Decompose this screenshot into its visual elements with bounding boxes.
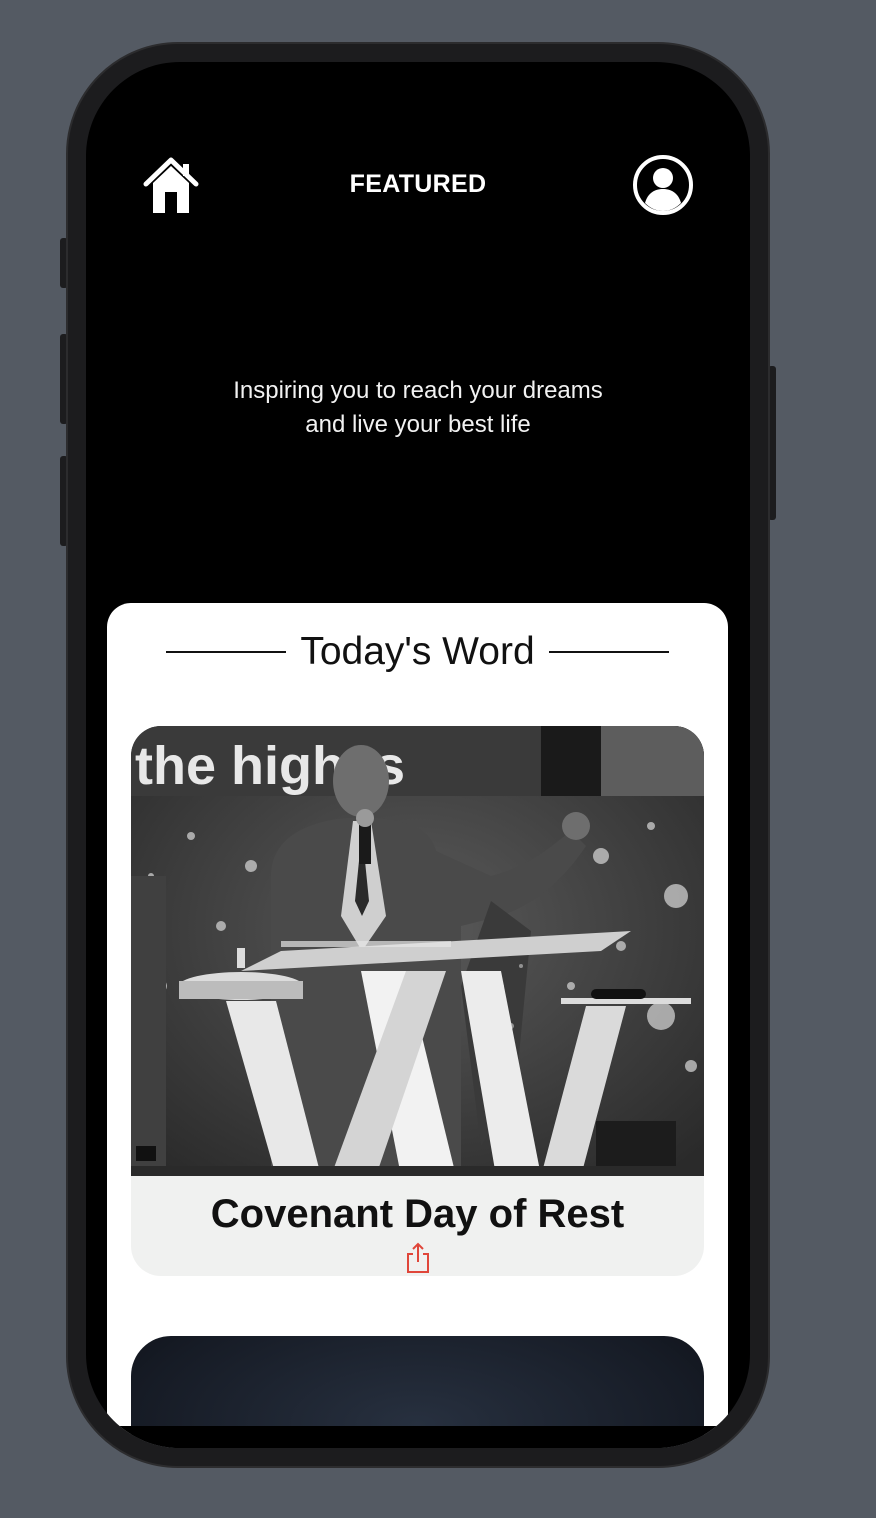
tagline: Inspiring you to reach your dreams and l… [186,374,650,442]
share-icon[interactable] [405,1242,431,1274]
sermon-photo: the highes [131,726,704,1176]
section-heading: Today's Word [107,627,728,677]
heading-divider-right [548,651,669,653]
todays-word-card[interactable]: the highes Covenant Day of Rest [131,726,704,1276]
user-circle-icon[interactable] [632,154,694,216]
phone-screen: FEATURED Inspiring you to reach your dre… [86,62,750,1448]
sermon-photo-illustration: the highes [131,726,704,1176]
card-title: Covenant Day of Rest [210,1192,625,1236]
section-heading-text: Today's Word [300,630,535,673]
tagline-line-1: Inspiring you to reach your dreams [233,377,603,404]
tagline-line-2: and live your best life [305,411,531,438]
top-navigation-bar: FEATURED [86,62,750,262]
heading-divider-left [166,651,287,653]
content-sheet: Today's Word the highes Covenant Day of … [107,603,728,1448]
home-indicator-area [86,1426,750,1448]
